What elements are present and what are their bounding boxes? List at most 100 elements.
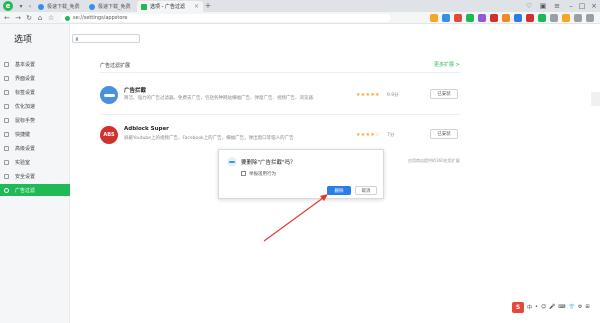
sidebar-item-interface[interactable]: 界面设置 [0, 72, 70, 84]
sidebar-item-shortcuts[interactable]: 快捷键 [0, 128, 70, 140]
extension-icon[interactable] [478, 14, 486, 22]
tab-title: 选项 - 广告过滤 [150, 4, 185, 10]
shirt-icon[interactable]: ▣ [538, 1, 548, 11]
dialog-title: 要删除"广告拦截"吗？ [241, 160, 296, 166]
rocket-icon [4, 103, 9, 109]
close-tab-icon[interactable]: × [194, 3, 199, 10]
tab-0[interactable]: 极速下载_免费软件下载_极速... [34, 1, 84, 12]
browser-logo-icon[interactable]: e [3, 1, 13, 11]
rating-stars: ★★★★☆ [356, 132, 380, 138]
tab-strip: e ▾ ‹ 极速下载_免费软件下载_极速... 极速下载_免费软件下载_极速..… [0, 0, 600, 12]
extension-icon[interactable] [562, 14, 570, 22]
tab-2[interactable]: 选项 - 广告过滤 × [137, 1, 203, 12]
extension-icon[interactable] [442, 14, 450, 22]
ime-skin-icon[interactable]: 👕 [569, 304, 575, 310]
sidebar-item-tabs[interactable]: 标签设置 [0, 86, 70, 98]
extension-description: 屏蔽Youtube上的视频广告，Facebook上的广告，横幅广告，弹出窗口等恼… [124, 136, 294, 141]
sidebar-item-security[interactable]: 安全设置 [0, 170, 70, 182]
extension-name: Adblock Super [124, 126, 169, 132]
sidebar-item-label: 优化加速 [15, 103, 36, 110]
flask-icon [4, 159, 9, 165]
more-extensions-link[interactable]: 更多扩展 > [434, 61, 460, 68]
sidebar-item-adblock[interactable]: 广告过滤 [0, 184, 70, 196]
sidebar-item-lab[interactable]: 实验室 [0, 156, 70, 168]
search-input[interactable] [81, 35, 152, 42]
extension-icon[interactable] [466, 14, 474, 22]
sidebar-item-label: 实验室 [15, 159, 31, 166]
back-icon[interactable]: ← [3, 14, 11, 22]
sidebar-item-optimize[interactable]: 优化加速 [0, 100, 70, 112]
remove-extension-dialog: 要删除"广告拦截"吗？ 举报滥用行为 删除 取消 [218, 149, 384, 199]
sidebar-item-label: 鼠标手势 [15, 117, 36, 124]
sidebar-item-label: 快捷键 [15, 131, 31, 138]
ime-voice-icon[interactable]: 🎤 [549, 304, 555, 310]
ime-emoji-icon[interactable]: ☺ [541, 304, 546, 310]
tab-1[interactable]: 极速下载_免费软件下载_极速... [85, 1, 135, 12]
extension-icon[interactable] [502, 14, 510, 22]
extension-icon[interactable] [586, 14, 594, 22]
extension-icon[interactable] [490, 14, 498, 22]
ime-punct-icon[interactable]: • [535, 304, 538, 310]
search-icon [76, 36, 78, 41]
tab-list-icon[interactable]: ▾ [17, 2, 25, 10]
address-toolbar: ← → ↻ ⌂ ☆ se://settings/appstore [0, 12, 600, 24]
cancel-button[interactable]: 取消 [355, 186, 377, 195]
ime-toolbox-icon[interactable]: ⊞ [585, 304, 589, 310]
sogou-ime-logo-icon[interactable]: S [512, 301, 524, 313]
new-tab-button[interactable]: + [204, 2, 212, 10]
sidebar-item-label: 安全设置 [15, 173, 36, 180]
sidebar-item-label: 高级设置 [15, 145, 36, 152]
back-tab-icon[interactable]: ‹ [26, 2, 34, 10]
delete-button[interactable]: 删除 [327, 186, 351, 195]
installed-button[interactable]: 已安装 [430, 129, 458, 139]
extension-icon[interactable] [574, 14, 582, 22]
extension-icon[interactable] [514, 14, 522, 22]
tab-icon [4, 89, 9, 95]
sidebar-item-gestures[interactable]: 鼠标手势 [0, 114, 70, 126]
maximize-icon[interactable]: □ [577, 1, 587, 11]
ime-keyboard-icon[interactable]: ⌨ [558, 304, 565, 310]
extension-icon[interactable] [454, 14, 462, 22]
ad-block-icon [100, 86, 118, 104]
settings-icon [4, 61, 9, 67]
ime-language-icon[interactable]: 中 [527, 304, 532, 311]
forward-icon[interactable]: → [14, 14, 22, 22]
extension-icon[interactable] [430, 14, 438, 22]
store-footer-note: 应用商店提供的360应用扩展 [408, 158, 460, 163]
sidebar-item-basic[interactable]: 基本设置 [0, 58, 70, 70]
menu-icon[interactable]: ≡ [552, 1, 562, 11]
shield-icon [4, 173, 9, 179]
ime-settings-icon[interactable]: ⚙ [578, 304, 582, 310]
close-window-icon[interactable]: × [589, 1, 599, 11]
keyboard-icon [4, 131, 9, 137]
rating-score: 7分 [387, 133, 395, 138]
report-abuse-checkbox[interactable] [241, 171, 246, 176]
installed-button[interactable]: 已安装 [430, 89, 458, 99]
settings-search[interactable] [72, 34, 152, 43]
minimize-icon[interactable]: – [566, 1, 576, 11]
block-icon [4, 187, 9, 193]
home-icon[interactable]: ⌂ [36, 14, 44, 22]
side-panel-toggle[interactable] [591, 92, 600, 106]
favorite-star-icon[interactable]: ☆ [47, 14, 55, 22]
extension-description: 简洁、强力的广告过滤器。免费去广告，包括各种网站横幅广告、弹窗广告、视频广告、浏… [124, 96, 314, 101]
report-abuse-label[interactable]: 举报滥用行为 [249, 171, 276, 177]
extension-icon[interactable] [526, 14, 534, 22]
system-tray: S 中 • ☺ 🎤 ⌨ 👕 ⚙ ⊞ [512, 300, 600, 314]
skin-icon[interactable]: ♡ [524, 1, 534, 11]
divider [100, 114, 460, 115]
tab-title: 极速下载_免费软件下载_极速... [47, 4, 80, 10]
extension-name: 广告拦截 [124, 88, 147, 94]
extension-icon[interactable] [538, 14, 546, 22]
sidebar-item-label: 标签设置 [15, 89, 36, 96]
abs-logo-icon: ABS [100, 126, 118, 144]
extension-icon[interactable] [550, 14, 558, 22]
ad-block-icon [227, 157, 237, 167]
tab-title: 极速下载_免费软件下载_极速... [98, 4, 131, 10]
refresh-icon[interactable]: ↻ [25, 14, 33, 22]
arrow-line [263, 197, 324, 242]
mouse-icon [4, 117, 9, 123]
sidebar-item-advanced[interactable]: 高级设置 [0, 142, 70, 154]
address-input[interactable]: se://settings/appstore [61, 14, 391, 22]
sidebar-item-label: 基本设置 [15, 61, 36, 68]
